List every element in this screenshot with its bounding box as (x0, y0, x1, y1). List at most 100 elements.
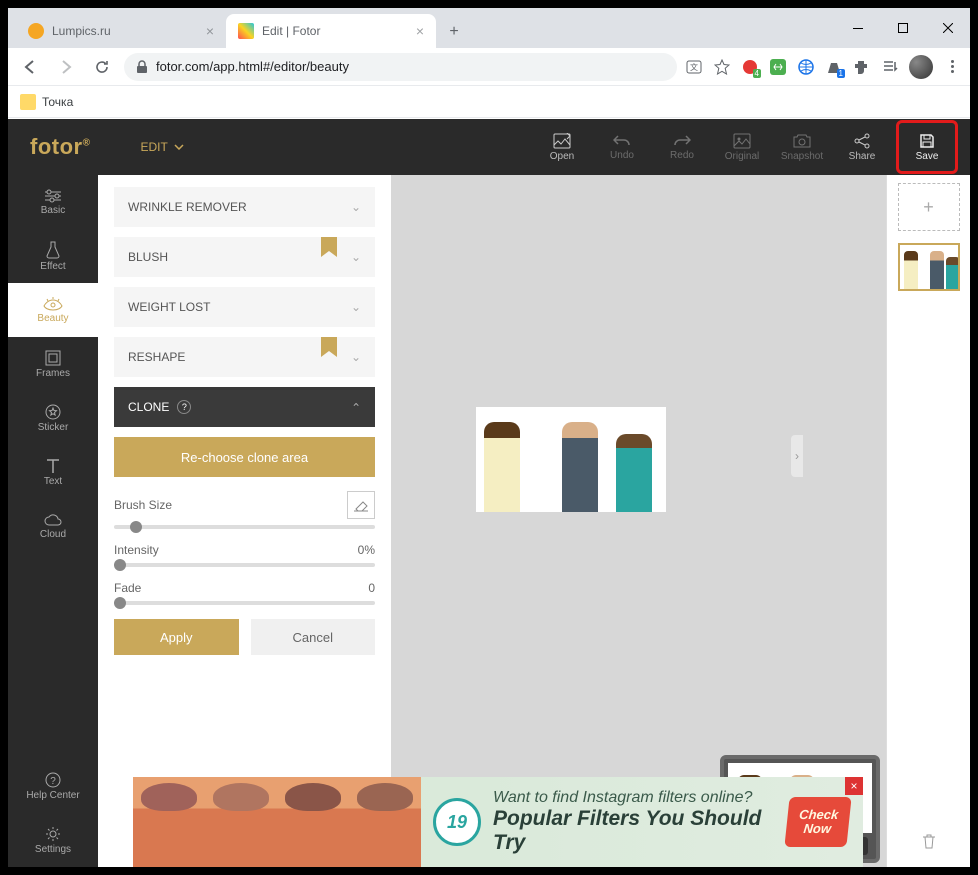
fade-slider[interactable] (114, 601, 375, 605)
extension-icon[interactable]: 4 (741, 58, 759, 76)
minimize-button[interactable] (835, 13, 880, 43)
close-window-button[interactable] (925, 13, 970, 43)
browser-menu-button[interactable] (943, 56, 962, 77)
sidebar-item-cloud[interactable]: Cloud (8, 499, 98, 553)
intensity-slider[interactable] (114, 563, 375, 567)
browser-titlebar: Lumpics.ru × Edit | Fotor × + (8, 8, 970, 48)
ad-image (133, 777, 421, 867)
accordion-weight[interactable]: WEIGHT LOST⌄ (114, 287, 375, 327)
thumbnail-strip: + (886, 175, 970, 867)
accordion-reshape[interactable]: RESHAPE⌄ (114, 337, 375, 377)
address-bar: fotor.com/app.html#/editor/beauty 文 4 1 (8, 48, 970, 86)
mode-dropdown[interactable]: EDIT (140, 140, 183, 154)
redo-button[interactable]: Redo (656, 125, 708, 169)
share-button[interactable]: Share (836, 125, 888, 169)
extension-icon[interactable] (769, 58, 787, 76)
sidebar-item-text[interactable]: Text (8, 445, 98, 499)
redo-icon (673, 134, 691, 148)
tab-title: Edit | Fotor (262, 24, 408, 38)
chevron-down-icon: ⌄ (351, 300, 361, 314)
bookmark-item[interactable]: Точка (42, 95, 73, 109)
sidebar-item-effect[interactable]: Effect (8, 229, 98, 283)
extension-icon[interactable] (797, 58, 815, 76)
image-icon (733, 133, 751, 149)
reading-list-icon[interactable] (881, 58, 899, 76)
delete-button[interactable] (922, 833, 936, 849)
ad-cta-button[interactable]: CheckNow (784, 797, 851, 847)
camera-icon (793, 133, 811, 149)
tool-panel: WRINKLE REMOVER⌄ BLUSH⌄ WEIGHT LOST⌄ RES… (98, 175, 391, 867)
chevron-up-icon: ⌄ (351, 400, 361, 414)
browser-tab[interactable]: Lumpics.ru × (16, 14, 226, 48)
forward-button[interactable] (52, 53, 80, 81)
flask-icon (46, 241, 60, 259)
app-toolbar: fotor® EDIT Open Undo Redo Original Snap… (8, 119, 970, 175)
sidebar-item-help[interactable]: ?Help Center (8, 759, 98, 813)
original-button[interactable]: Original (716, 125, 768, 169)
image-thumbnail[interactable] (898, 243, 960, 291)
chevron-down-icon: ⌄ (351, 350, 361, 364)
extensions-menu-icon[interactable] (853, 58, 871, 76)
chevron-down-icon: ⌄ (351, 200, 361, 214)
profile-avatar[interactable] (909, 55, 933, 79)
open-button[interactable]: Open (536, 125, 588, 169)
star-icon[interactable] (713, 58, 731, 76)
cancel-button[interactable]: Cancel (251, 619, 376, 655)
accordion-wrinkle[interactable]: WRINKLE REMOVER⌄ (114, 187, 375, 227)
back-button[interactable] (16, 53, 44, 81)
eraser-button[interactable] (347, 491, 375, 519)
new-tab-button[interactable]: + (440, 18, 468, 46)
lock-icon (136, 60, 148, 74)
accordion-clone[interactable]: CLONE?⌄ (114, 387, 375, 427)
tab-title: Lumpics.ru (52, 24, 198, 38)
canvas[interactable]: 852px × 480px − 21% + Compare↘ › (391, 175, 886, 867)
help-icon[interactable]: ? (177, 400, 191, 414)
cloud-icon (44, 513, 62, 527)
svg-text:文: 文 (690, 62, 698, 72)
ad-banner[interactable]: 19 Want to find Instagram filters online… (133, 777, 863, 867)
sidebar-item-settings[interactable]: Settings (8, 813, 98, 867)
add-image-button[interactable]: + (898, 183, 960, 231)
expand-handle[interactable]: › (791, 435, 803, 477)
apply-button[interactable]: Apply (114, 619, 239, 655)
snapshot-button[interactable]: Snapshot (776, 125, 828, 169)
left-sidebar: Basic Effect Beauty Frames Sticker Text … (8, 175, 98, 867)
save-icon (919, 133, 935, 149)
ad-text: Want to find Instagram filters online? P… (493, 789, 787, 855)
url-input[interactable]: fotor.com/app.html#/editor/beauty (124, 53, 677, 81)
rechoose-button[interactable]: Re-choose clone area (114, 437, 375, 477)
intensity-value: 0% (358, 543, 375, 557)
favicon (238, 23, 254, 39)
browser-tab-active[interactable]: Edit | Fotor × (226, 14, 436, 48)
sidebar-item-frames[interactable]: Frames (8, 337, 98, 391)
accordion-blush[interactable]: BLUSH⌄ (114, 237, 375, 277)
translate-icon[interactable]: 文 (685, 58, 703, 76)
frame-icon (45, 350, 61, 366)
brush-size-slider[interactable] (114, 525, 375, 529)
sidebar-item-beauty[interactable]: Beauty (8, 283, 98, 337)
help-icon: ? (45, 772, 61, 788)
close-ad-button[interactable]: × (845, 777, 863, 795)
sidebar-item-basic[interactable]: Basic (8, 175, 98, 229)
save-button[interactable]: Save (901, 125, 953, 169)
eye-icon (43, 297, 63, 311)
sliders-icon (44, 189, 62, 203)
sidebar-item-sticker[interactable]: Sticker (8, 391, 98, 445)
svg-text:?: ? (50, 776, 56, 787)
undo-icon (613, 134, 631, 148)
undo-button[interactable]: Undo (596, 125, 648, 169)
intensity-label: Intensity (114, 543, 159, 557)
gear-icon (45, 826, 61, 842)
folder-icon (20, 94, 36, 110)
bookmark-icon (321, 237, 337, 257)
close-icon[interactable]: × (416, 23, 424, 39)
close-icon[interactable]: × (206, 23, 214, 39)
maximize-button[interactable] (880, 13, 925, 43)
text-icon (46, 458, 60, 474)
chevron-down-icon (174, 144, 184, 150)
app-logo: fotor® (30, 134, 90, 160)
url-text: fotor.com/app.html#/editor/beauty (156, 59, 349, 74)
extension-icon[interactable]: 1 (825, 58, 843, 76)
brush-size-label: Brush Size (114, 498, 172, 512)
reload-button[interactable] (88, 53, 116, 81)
